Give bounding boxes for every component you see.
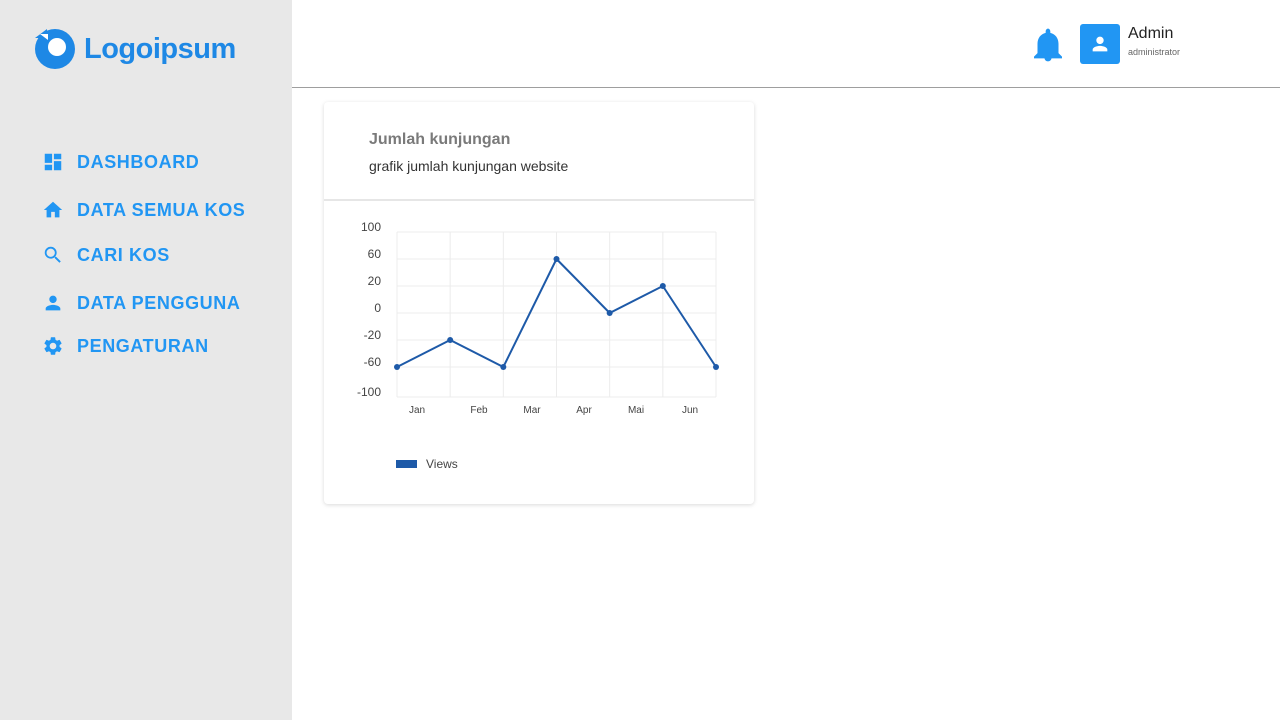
brand-logo[interactable]: Logoipsum [34, 28, 236, 70]
y-tick-label: 100 [361, 220, 381, 234]
sidebar-item-dashboard[interactable]: DASHBOARD [42, 151, 199, 173]
bell-icon [1034, 28, 1062, 62]
x-tick-label: Mar [523, 405, 541, 416]
notification-button[interactable] [1034, 28, 1062, 62]
visits-card: Jumlah kunjungan grafik jumlah kunjungan… [324, 102, 754, 504]
y-tick-label: 20 [368, 274, 382, 288]
card-subtitle: grafik jumlah kunjungan website [369, 158, 569, 174]
sidebar: Logoipsum DASHBOARD DATA SEMUA KOS CARI … [0, 0, 292, 720]
data-point [500, 364, 507, 370]
data-point [553, 256, 560, 262]
y-tick-label: 60 [368, 247, 382, 261]
x-tick-label: Mai [628, 405, 644, 416]
user-role: administrator [1128, 47, 1181, 57]
legend-label: Views [426, 457, 458, 471]
data-point [606, 310, 613, 316]
y-tick-label: -100 [357, 385, 381, 399]
sidebar-item-label: PENGATURAN [77, 335, 209, 356]
logo-icon [35, 29, 75, 69]
card-header: Jumlah kunjungan grafik jumlah kunjungan… [324, 102, 754, 201]
dashboard-icon [44, 153, 62, 171]
data-point [713, 364, 719, 370]
x-tick-label: Jan [409, 405, 425, 416]
chart-svg: 100 60 20 0 -20 -60 -100 Jan Feb Mar Apr Mai Jun View… [357, 220, 719, 471]
x-tick-label: Feb [470, 405, 488, 416]
sidebar-item-label: CARI KOS [77, 244, 170, 265]
data-point [659, 283, 666, 289]
top-bar: Admin administrator [292, 0, 1280, 88]
sidebar-item-label: DATA PENGGUNA [77, 292, 241, 313]
avatar[interactable] [1080, 24, 1120, 64]
x-tick-label: Jun [682, 405, 698, 416]
data-point [394, 364, 400, 370]
search-icon [44, 246, 61, 263]
sidebar-item-data-semua-kos[interactable]: DATA SEMUA KOS [42, 199, 245, 221]
legend-swatch [396, 460, 417, 468]
card-title: Jumlah kunjungan [369, 131, 511, 148]
x-tick-label: Apr [576, 405, 592, 416]
sidebar-item-data-pengguna[interactable]: DATA PENGGUNA [42, 292, 240, 314]
person-icon [45, 295, 61, 311]
data-point [447, 337, 454, 343]
home-icon [43, 201, 63, 218]
sidebar-item-pengaturan[interactable]: PENGATURAN [42, 335, 209, 357]
y-tick-label: 0 [374, 301, 381, 315]
user-name: Admin [1128, 25, 1174, 42]
y-tick-label: -60 [364, 355, 382, 369]
sidebar-item-label: DATA SEMUA KOS [77, 199, 246, 220]
gear-icon [44, 337, 62, 355]
person-icon [1092, 36, 1108, 52]
sidebar-item-label: DASHBOARD [77, 151, 200, 172]
brand-name: Logoipsum [84, 32, 236, 65]
sidebar-item-cari-kos[interactable]: CARI KOS [42, 244, 170, 266]
y-tick-label: -20 [364, 328, 382, 342]
